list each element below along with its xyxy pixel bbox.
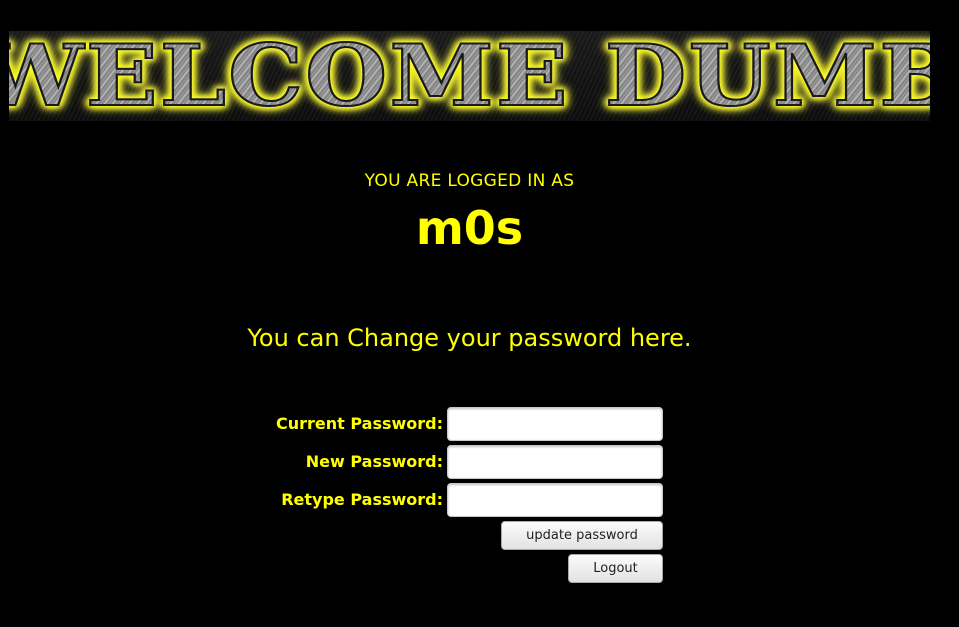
change-password-prompt: You can Change your password here.	[247, 324, 692, 352]
banner-title: WELCOME DUMB	[9, 31, 930, 121]
update-password-button[interactable]: update password	[501, 521, 663, 550]
current-password-input[interactable]	[447, 407, 663, 441]
retype-password-input[interactable]	[447, 483, 663, 517]
logged-in-label: YOU ARE LOGGED IN AS	[364, 171, 575, 191]
username-display: m0s	[415, 201, 524, 255]
new-password-input[interactable]	[447, 445, 663, 479]
new-password-label: New Password:	[305, 452, 443, 471]
logout-button[interactable]: Logout	[568, 554, 663, 583]
retype-password-label: Retype Password:	[281, 490, 443, 509]
welcome-banner: WELCOME DUMB	[9, 31, 930, 121]
current-password-label: Current Password:	[275, 414, 443, 433]
